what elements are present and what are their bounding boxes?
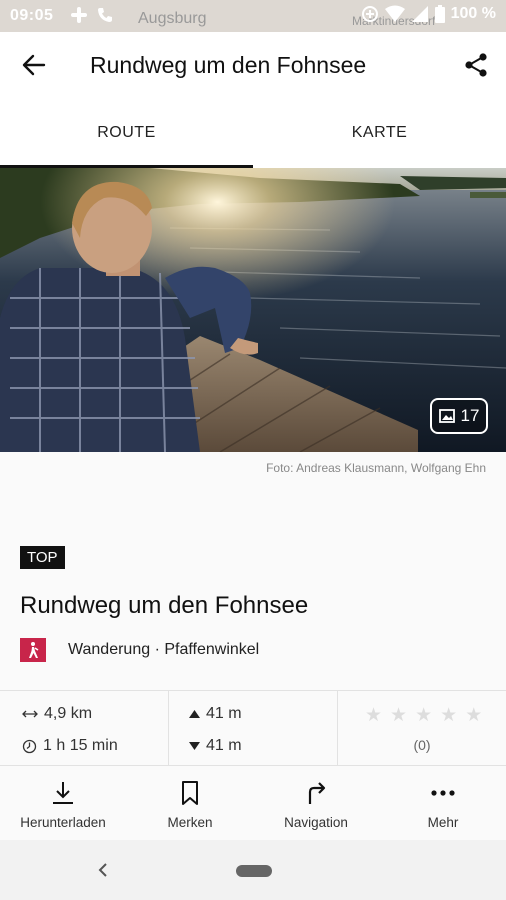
distance-arrows-icon [22, 710, 38, 718]
star-icon: ★ [415, 705, 433, 726]
turn-right-arrow-icon [308, 782, 326, 804]
distance-row: 4,9 km [22, 705, 92, 723]
download-label: Herunterladen [20, 815, 106, 830]
photo-credit: Foto: Andreas Klausmann, Wolfgang Ehn [266, 461, 486, 475]
route-meta: Wanderung · Pfaffenwinkel [68, 641, 259, 659]
status-bar: Augsburg Marktindersdorf 09:05 100 % [0, 0, 506, 32]
slack-notification-icon [71, 7, 87, 23]
duration-row: 1 h 15 min [22, 737, 118, 755]
rating-count: (0) [413, 737, 431, 753]
top-badge: TOP [20, 546, 65, 569]
rating-stars: ★ ★ ★ ★ ★ [365, 704, 482, 727]
star-icon: ★ [365, 705, 383, 726]
home-pill[interactable] [236, 865, 272, 877]
ascent-triangle-icon [189, 710, 200, 718]
meta-separator: · [154, 641, 160, 658]
star-icon: ★ [440, 705, 458, 726]
data-saver-icon [361, 6, 378, 22]
route-category: Wanderung [68, 641, 151, 658]
hiking-icon [20, 638, 46, 662]
ascent-row: 41 m [189, 705, 242, 723]
more-button[interactable]: Mehr [380, 766, 506, 840]
bookmark-label: Merken [167, 815, 213, 830]
category-row: Wanderung · Pfaffenwinkel [20, 638, 259, 662]
distance-value: 4,9 km [44, 705, 93, 722]
download-button[interactable]: Herunterladen [0, 766, 126, 840]
duration-value: 1 h 15 min [43, 737, 118, 754]
tab-karte[interactable]: KARTE [253, 98, 506, 168]
clock: 09:05 [10, 7, 54, 24]
system-nav-bar [0, 840, 506, 900]
download-icon [53, 782, 73, 804]
route-region: Pfaffenwinkel [164, 641, 260, 658]
clock-icon [22, 739, 37, 753]
signal-icon [411, 6, 428, 22]
wifi-icon [384, 5, 405, 22]
arrow-left-icon[interactable] [20, 51, 48, 79]
more-dots-icon [431, 790, 455, 796]
photo-count: 17 [460, 406, 480, 425]
descent-row: 41 m [189, 737, 242, 755]
share-icon[interactable] [462, 51, 490, 79]
page-title: Rundweg um den Fohnsee [90, 52, 367, 78]
image-icon [438, 409, 455, 423]
battery-icon [434, 5, 445, 23]
stats-distance-duration: 4,9 km 1 h 15 min [0, 691, 168, 767]
nav-back-icon[interactable] [96, 861, 110, 879]
action-bar: Herunterladen Merken Navigation Mehr [0, 766, 506, 840]
rating-panel[interactable]: ★ ★ ★ ★ ★ (0) [337, 691, 506, 767]
bookmark-icon [182, 781, 198, 805]
descent-triangle-icon [189, 742, 200, 750]
stats-panel: 4,9 km 1 h 15 min 41 m 41 m ★ ★ ★ ★ ★ (0… [0, 690, 506, 767]
more-label: Mehr [427, 815, 459, 830]
star-icon: ★ [390, 705, 408, 726]
photo-gallery-button[interactable]: 17 [430, 398, 488, 434]
star-icon: ★ [465, 705, 483, 726]
map-label-augsburg: Augsburg [138, 10, 207, 27]
ascent-value: 41 m [206, 705, 242, 722]
tab-route[interactable]: ROUTE [0, 98, 253, 168]
navigation-label: Navigation [284, 815, 348, 830]
navigation-button[interactable]: Navigation [253, 766, 379, 840]
descent-value: 41 m [206, 737, 242, 754]
call-notification-icon [98, 8, 112, 22]
tab-bar: ROUTE KARTE [0, 98, 506, 168]
battery-percent: 100 % [450, 5, 496, 22]
route-title: Rundweg um den Fohnsee [20, 592, 309, 619]
bookmark-button[interactable]: Merken [127, 766, 253, 840]
stats-ascent-descent: 41 m 41 m [168, 691, 337, 767]
app-bar: Rundweg um den Fohnsee [0, 32, 506, 98]
